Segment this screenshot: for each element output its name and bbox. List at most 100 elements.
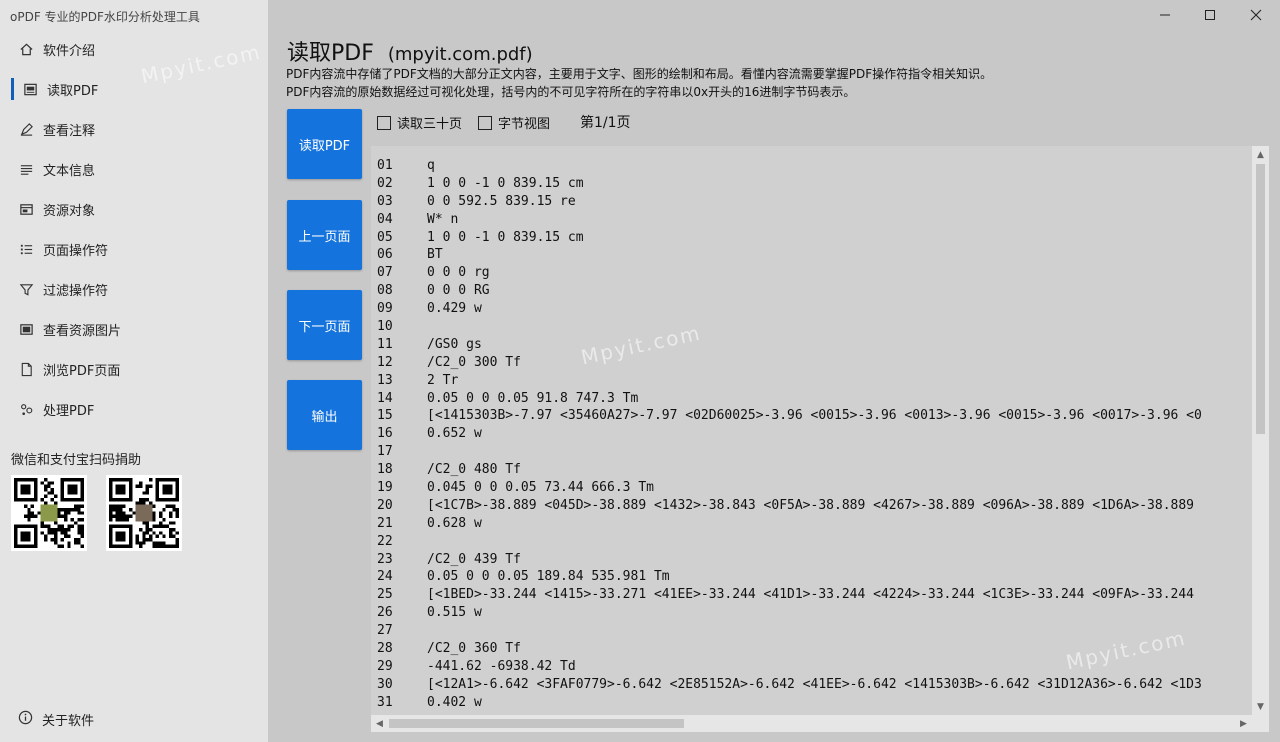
page-title: 读取PDF (mpyit.com.pdf) [287,35,533,67]
code-line: 15 [<1415303B>-7.97 <35460A27>-7.97 <02D6… [377,407,1249,425]
sidebar-item-label: 查看资源图片 [43,323,122,339]
horizontal-scroll-thumb[interactable] [389,719,684,728]
sidebar-item[interactable]: 查看注释 [0,109,268,149]
text-lines-icon [18,161,34,177]
sidebar-item-label: 处理PDF [43,403,95,419]
line-text: 0.402 w [427,694,482,710]
scrollbar-corner [1252,715,1269,732]
filter-icon [18,281,34,297]
minimize-button[interactable] [1153,4,1177,26]
file-name: (mpyit.com.pdf) [387,44,533,65]
read-thirty-pages-checkbox[interactable]: 读取三十页 [377,113,462,132]
line-number: 03 [377,193,393,209]
sidebar-item[interactable]: 查看资源图片 [0,309,268,349]
code-line: 21 0.628 w [377,515,1249,533]
line-number: 20 [377,497,393,513]
line-number: 16 [377,426,393,442]
info-icon [18,710,33,729]
maximize-button[interactable] [1198,4,1222,26]
sidebar-nav: 软件介绍读取PDF 查看注释文本信息资源对象页面操作符过滤操作符查看资源图片浏览P… [0,29,268,429]
line-number: 29 [377,658,393,674]
list-icon [18,241,34,257]
line-text: 0.652 w [427,426,482,442]
home-icon [18,41,34,57]
sidebar-item-label: 关于软件 [42,714,95,729]
code-line: 11/GS0 gs [377,336,1249,354]
line-number: 08 [377,283,393,299]
line-number: 22 [377,533,393,549]
line-text: [<12A1>-6.642 <3FAF0779>-6.642 <2E85152A… [427,676,1202,692]
line-text: 2 Tr [427,372,459,388]
sidebar-item-label: 页面操作符 [43,243,109,259]
byte-view-checkbox[interactable]: 字节视图 [478,113,550,132]
read-pdf-button[interactable]: 读取PDF [287,109,362,179]
line-number: 02 [377,175,393,191]
line-number: 27 [377,623,393,639]
line-text: 1 0 0 -1 0 839.15 cm [427,229,584,245]
scroll-down-icon[interactable]: ▼ [1252,698,1269,715]
line-text: [<1C7B>-38.889 <045D>-38.889 <1432>-38.8… [427,497,1195,513]
line-number: 14 [377,390,393,406]
qr-icon [14,478,84,548]
line-number: 19 [377,480,393,496]
main-content: 读取PDF (mpyit.com.pdf) PDF内容流中存储了PDF文档的大部分… [268,0,1280,742]
code-line: 10 [377,318,1249,336]
close-button[interactable] [1244,4,1268,26]
minimize-icon [1160,14,1170,16]
line-text: /C2_0 439 Tf [427,551,521,567]
code-line: 20 [<1C7B>-38.889 <045D>-38.889 <1432>-38… [377,497,1249,515]
code-line: 18/C2_0 480 Tf [377,461,1249,479]
code-line: 24 0.05 0 0 0.05 189.84 535.981 Tm [377,568,1249,586]
next-page-button[interactable]: 下一页面 [287,290,362,360]
horizontal-scrollbar[interactable]: ◀ ▶ [371,715,1252,732]
code-line: 23/C2_0 439 Tf [377,551,1249,569]
export-button[interactable]: 输出 [287,380,362,450]
donate-label: 微信和支付宝扫码捐助 [11,453,142,468]
line-number: 28 [377,641,393,657]
close-icon [1250,9,1262,21]
process-icon [18,401,34,417]
code-line: 04 W* n [377,211,1249,229]
scroll-left-icon[interactable]: ◀ [371,715,388,732]
code-line: 17 [377,443,1249,461]
sidebar-item-label: 软件介绍 [43,43,96,59]
line-number: 01 [377,158,393,173]
sidebar-item[interactable]: 文本信息 [0,149,268,189]
sidebar-item-about[interactable]: 关于软件 [18,710,94,729]
sidebar-item[interactable]: 读取PDF [0,69,268,109]
sidebar-item[interactable]: 过滤操作符 [0,269,268,309]
line-text: [<1415303B>-7.97 <35460A27>-7.97 <02D600… [427,408,1202,424]
page-icon [18,361,34,377]
checkbox-label: 读取三十页 [397,117,463,132]
sidebar-item[interactable]: 页面操作符 [0,229,268,269]
code-line: 06 BT [377,246,1249,264]
checkbox-box [478,115,492,130]
pdf-icon [22,81,38,97]
sidebar-item[interactable]: 浏览PDF页面 [0,349,268,389]
code-lines: 01 q 02 1 0 0 -1 0 839.15 cm 03 0 0 592.5 839… [377,157,1249,712]
line-number: 07 [377,265,393,281]
scroll-right-icon[interactable]: ▶ [1235,715,1252,732]
code-line: 08 0 0 0 RG [377,282,1249,300]
sidebar-item[interactable]: 处理PDF [0,389,268,429]
line-text: 0.515 w [427,605,482,621]
line-number: 24 [377,569,393,585]
scroll-up-icon[interactable]: ▲ [1252,146,1269,163]
sidebar-item-label: 查看注释 [43,123,96,139]
code-line: 31 0.402 w [377,694,1249,712]
line-text: 0 0 0 RG [427,283,490,299]
prev-page-button[interactable]: 上一页面 [287,200,362,270]
vertical-scroll-thumb[interactable] [1256,164,1265,434]
line-text: 0.045 0 0 0.05 73.44 666.3 Tm [427,480,654,496]
sidebar-item-label: 文本信息 [43,163,96,179]
sidebar-item[interactable]: 资源对象 [0,189,268,229]
line-text: /GS0 gs [427,336,482,352]
code-line: 26 0.515 w [377,604,1249,622]
code-line: 19 0.045 0 0 0.05 73.44 666.3 Tm [377,479,1249,497]
alipay-qr-code [106,475,182,551]
line-number: 25 [377,587,393,603]
line-text: q [427,158,435,173]
line-text: /C2_0 360 Tf [427,641,521,657]
vertical-scrollbar[interactable]: ▲ ▼ [1252,146,1269,715]
line-text: [<1BED>-33.244 <1415>-33.271 <41EE>-33.2… [427,587,1195,603]
